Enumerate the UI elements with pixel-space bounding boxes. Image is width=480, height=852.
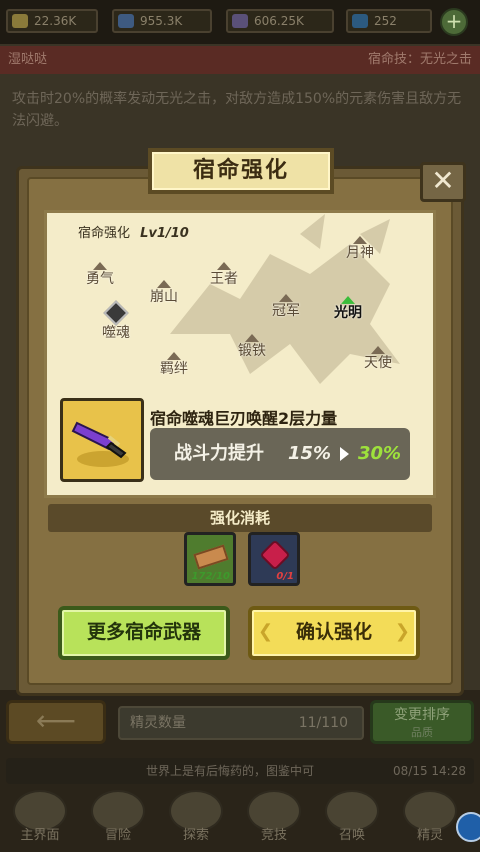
home-icon <box>13 790 67 832</box>
chevron-left-icon: ❮ <box>258 621 274 642</box>
nav-adventure[interactable]: 冒险 <box>82 790 154 850</box>
node-arrow-icon <box>217 262 231 270</box>
nav-explore[interactable]: 探索 <box>160 790 232 850</box>
node-arrow-icon <box>245 334 259 342</box>
node-angel[interactable]: 天使 <box>348 346 408 372</box>
node-forge[interactable]: 锻铁 <box>222 334 282 360</box>
power-boost-box: 战斗力提升 15% 30% <box>150 428 410 480</box>
summon-icon <box>325 790 379 832</box>
nav-arena[interactable]: 竞技 <box>238 790 310 850</box>
node-arrow-icon <box>279 294 293 302</box>
chat-bubble-icon[interactable] <box>456 812 480 842</box>
diamond-node-icon <box>103 300 129 326</box>
spirit-icon <box>403 790 457 832</box>
confirm-enhance-button[interactable]: ❮ 确认强化 ❯ <box>248 606 420 660</box>
node-king[interactable]: 王者 <box>194 262 254 288</box>
soul-icon <box>232 14 248 28</box>
arena-icon <box>247 790 301 832</box>
gold-counter: 22.36K <box>6 9 98 33</box>
nav-home[interactable]: 主界面 <box>4 790 76 850</box>
node-arrow-icon <box>353 236 367 244</box>
back-button[interactable]: ⟵ <box>6 700 106 744</box>
power-next: 30% <box>358 443 402 464</box>
more-weapons-button[interactable]: 更多宿命武器 <box>58 606 230 660</box>
weapon-icon[interactable] <box>60 398 144 482</box>
dialog-title: 宿命强化 <box>192 158 289 183</box>
skill-description: 攻击时20%的概率发动无光之击，对敌方造成150%的元素伤害且敌方无法闪避。 <box>12 91 462 129</box>
node-champion[interactable]: 冠军 <box>256 294 316 320</box>
dialog-title-plate: 宿命强化 <box>148 148 334 194</box>
exp-counter: 955.3K <box>112 9 212 33</box>
ruby-icon <box>259 539 291 571</box>
cost-title: 强化消耗 <box>48 504 432 532</box>
soul-counter: 606.25K <box>226 9 334 33</box>
node-courage[interactable]: 勇气 <box>70 262 130 288</box>
node-arrow-icon <box>341 296 355 304</box>
node-bond[interactable]: 羁绊 <box>144 352 204 378</box>
fate-skill-name: 宿命技：无光之击 <box>367 52 472 67</box>
info-bar: 世界上是有后悔药的，图鉴中可 08/15 14:28 <box>6 758 474 784</box>
close-button[interactable]: ✕ <box>420 162 466 202</box>
nav-summon[interactable]: 召唤 <box>316 790 388 850</box>
node-moon[interactable]: 月神 <box>330 236 390 262</box>
weapon-name: 宿命噬魂巨刃唤醒2层力量 <box>150 409 338 428</box>
info-message: 世界上是有后悔药的，图鉴中可 <box>146 764 315 778</box>
node-devour[interactable]: 噬魂 <box>86 300 146 342</box>
node-arrow-icon <box>93 262 107 270</box>
arrow-right-icon <box>340 447 349 461</box>
gold-icon <box>12 14 28 28</box>
node-arrow-icon <box>167 352 181 360</box>
resource-bar: 22.36K 955.3K 606.25K 252 + <box>0 0 480 44</box>
cost-item-ruby[interactable]: 0/1 <box>248 532 300 586</box>
node-light[interactable]: 光明 <box>318 296 378 322</box>
sword-icon <box>71 421 129 467</box>
wood-icon <box>193 544 229 570</box>
power-label: 战斗力提升 <box>174 443 264 464</box>
diamond-icon <box>352 14 368 28</box>
add-diamond-button[interactable]: + <box>440 8 468 36</box>
skill-strip: 湿哒哒 宿命技：无光之击 <box>0 46 480 74</box>
node-arrow-icon <box>157 280 171 288</box>
spirit-count-bar: 精灵数量 11/110 <box>118 706 364 740</box>
level-indicator: 宿命强化 Lv1/10 <box>78 226 189 241</box>
bottom-nav: 主界面 冒险 探索 竞技 召唤 精灵 <box>0 788 480 852</box>
node-mountain[interactable]: 崩山 <box>134 280 194 306</box>
adventure-icon <box>91 790 145 832</box>
chevron-right-icon: ❯ <box>394 621 410 642</box>
exp-icon <box>118 14 134 28</box>
clock-time: 08/15 14:28 <box>393 764 466 778</box>
close-icon: ✕ <box>431 164 455 197</box>
spirit-name: 湿哒哒 <box>8 52 48 67</box>
diamond-counter: 252 <box>346 9 432 33</box>
sort-button[interactable]: 变更排序 品质 <box>370 700 474 744</box>
cost-item-wood[interactable]: 172/10 <box>184 532 236 586</box>
power-current: 15% <box>288 443 332 464</box>
node-arrow-icon <box>371 346 385 354</box>
nav-spirits[interactable]: 精灵 <box>394 790 466 850</box>
explore-icon <box>169 790 223 832</box>
